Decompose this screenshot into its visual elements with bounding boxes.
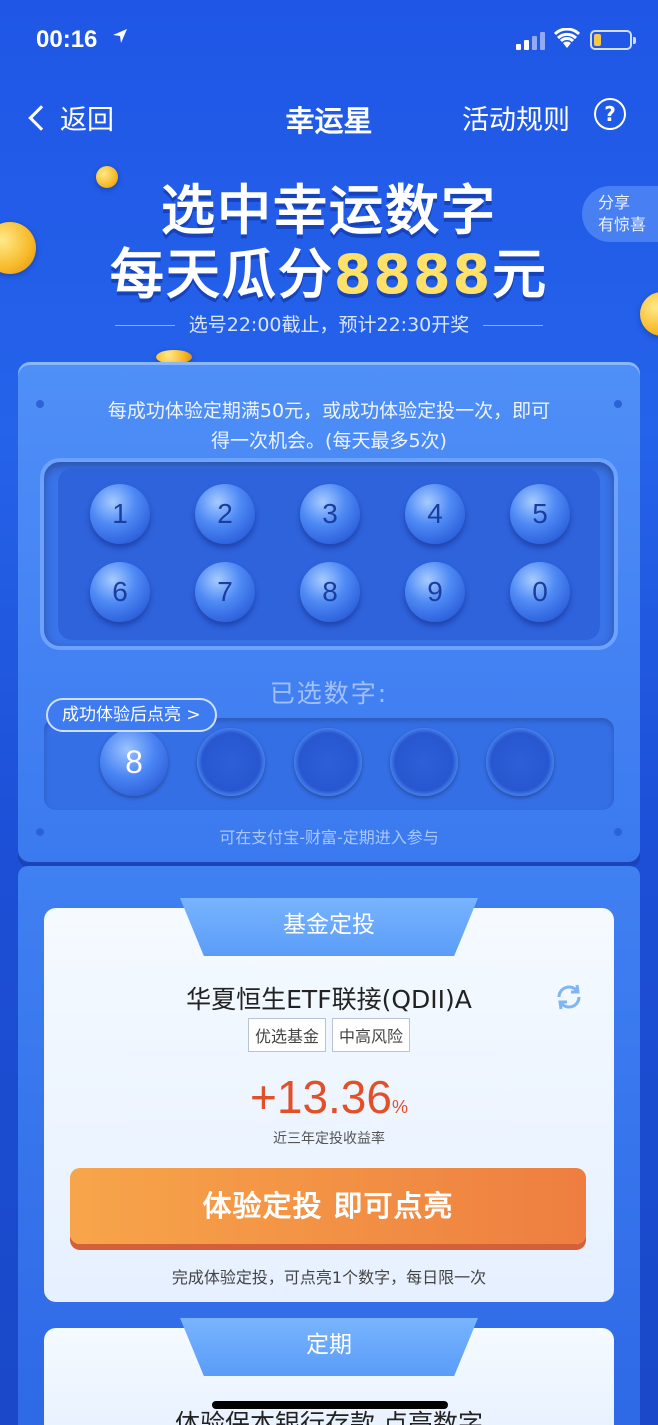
rivet: [614, 400, 622, 408]
rivet: [36, 400, 44, 408]
battery-icon: [590, 30, 636, 50]
yield-unit: %: [391, 1097, 408, 1117]
desc-line-2: 得一次机会。(每天最多5次): [211, 430, 447, 452]
number-ball[interactable]: 3: [300, 484, 360, 544]
nav-bar: 返回 幸运星 活动规则 ?: [0, 90, 658, 144]
empty-slot: [390, 728, 458, 796]
hero-suffix: 元: [492, 243, 549, 306]
tag-selected-fund: 优选基金: [247, 1018, 326, 1052]
card-tab-fund: 基金定投: [180, 898, 478, 956]
share-line-1: 分享: [598, 193, 631, 212]
empty-slot: [486, 728, 554, 796]
card-tab-term: 定期: [180, 1318, 478, 1376]
deadline-text: 选号22:00截止，预计22:30开奖: [0, 310, 658, 337]
number-ball-box: 1 2 3 4 5 6 7 8 9 0: [40, 458, 618, 650]
fund-yield: +13.36%: [44, 1070, 614, 1124]
refresh-icon[interactable]: [552, 980, 586, 1014]
status-time: 00:16: [36, 26, 98, 53]
number-ball[interactable]: 2: [195, 484, 255, 544]
number-ball[interactable]: 9: [405, 562, 465, 622]
number-ball[interactable]: 7: [195, 562, 255, 622]
deadline-label: 选号22:00截止，预计22:30开奖: [188, 314, 470, 336]
ball-grid: 1 2 3 4 5 6 7 8 9 0: [58, 468, 600, 640]
fund-card: 基金定投 华夏恒生ETF联接(QDII)A 优选基金 中高风险 +13.36% 近…: [44, 898, 614, 1302]
lottery-panel: 每成功体验定期满50元，或成功体验定投一次，即可 得一次机会。(每天最多5次) …: [18, 362, 640, 862]
yield-label: 近三年定投收益率: [273, 1131, 385, 1147]
selected-slot: 8: [100, 728, 168, 796]
try-investment-button[interactable]: 体验定投 即可点亮: [70, 1168, 586, 1244]
empty-slot: [294, 728, 362, 796]
hero-prefix: 每天瓜分: [109, 243, 334, 306]
status-bar: 00:16: [0, 0, 658, 80]
tag-risk-level: 中高风险: [332, 1018, 411, 1052]
home-indicator[interactable]: [212, 1401, 448, 1409]
location-arrow-icon: [110, 26, 130, 51]
panel-footer: 可在支付宝-财富-定期进入参与: [219, 828, 439, 847]
rules-link[interactable]: 活动规则: [462, 98, 570, 137]
number-ball[interactable]: 0: [510, 562, 570, 622]
cta-note: 完成体验定投，可点亮1个数字，每日限一次: [171, 1268, 487, 1287]
yield-value: +13.36: [250, 1071, 392, 1123]
fund-tags: 优选基金 中高风险: [44, 1018, 614, 1052]
number-ball[interactable]: 8: [300, 562, 360, 622]
number-ball[interactable]: 5: [510, 484, 570, 544]
help-icon[interactable]: ?: [594, 98, 626, 130]
hero-line-2: 每天瓜分8888元: [0, 230, 658, 309]
empty-slot: [197, 728, 265, 796]
number-ball[interactable]: 1: [90, 484, 150, 544]
number-ball[interactable]: 4: [405, 484, 465, 544]
number-ball[interactable]: 6: [90, 562, 150, 622]
wifi-icon: [553, 27, 581, 50]
product-section: 基金定投 华夏恒生ETF联接(QDII)A 优选基金 中高风险 +13.36% 近…: [18, 866, 640, 1425]
light-up-tip[interactable]: 成功体验后点亮 >: [46, 698, 217, 732]
panel-description: 每成功体验定期满50元，或成功体验定投一次，即可 得一次机会。(每天最多5次): [48, 396, 610, 456]
desc-line-1: 每成功体验定期满50元，或成功体验定投一次，即可: [107, 400, 551, 422]
hero-amount: 8888: [333, 243, 493, 306]
term-deposit-card: 定期 体验保本银行存款 点亮数字: [44, 1318, 614, 1425]
fund-name[interactable]: 华夏恒生ETF联接(QDII)A: [44, 980, 614, 1016]
share-button[interactable]: 分享 有惊喜: [582, 186, 658, 242]
cellular-signal-icon: [516, 32, 546, 50]
share-line-2: 有惊喜: [598, 215, 647, 234]
